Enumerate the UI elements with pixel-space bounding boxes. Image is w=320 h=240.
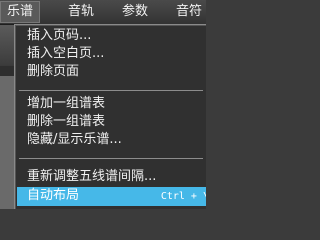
menu-bar: 乐谱 音轨 参数 音符 (0, 0, 206, 25)
menu-parameters[interactable]: 参数 (122, 4, 148, 22)
menu-separator (19, 158, 203, 159)
menu-notes[interactable]: 音符 (176, 4, 202, 22)
app-window: 乐谱 音轨 参数 音符 插入页码... 插入空白页... 删除页面 增加一组谱表… (0, 0, 206, 209)
score-dropdown-menu: 插入页码... 插入空白页... 删除页面 增加一组谱表 删除一组谱表 隐藏/显… (14, 24, 206, 209)
menu-item-delete-page[interactable]: 删除页面 (27, 63, 79, 81)
menu-score[interactable]: 乐谱 (0, 1, 41, 23)
menu-track[interactable]: 音轨 (68, 4, 94, 22)
menu-item-delete-staff-group[interactable]: 删除一组谱表 (27, 113, 105, 131)
menu-item-insert-page-number[interactable]: 插入页码... (27, 27, 91, 45)
menu-item-insert-blank-page[interactable]: 插入空白页... (27, 45, 104, 63)
auto-layout-shortcut: Ctrl + \ (160, 191, 206, 202)
menu-separator (19, 90, 203, 91)
menu-item-auto-layout[interactable]: 自动布局 (27, 187, 79, 205)
menu-item-add-staff-group[interactable]: 增加一组谱表 (27, 95, 105, 113)
menu-item-readjust-staff-spacing[interactable]: 重新调整五线谱间隔... (27, 168, 156, 186)
menu-item-toggle-score-visibility[interactable]: 隐藏/显示乐谱... (27, 131, 122, 149)
